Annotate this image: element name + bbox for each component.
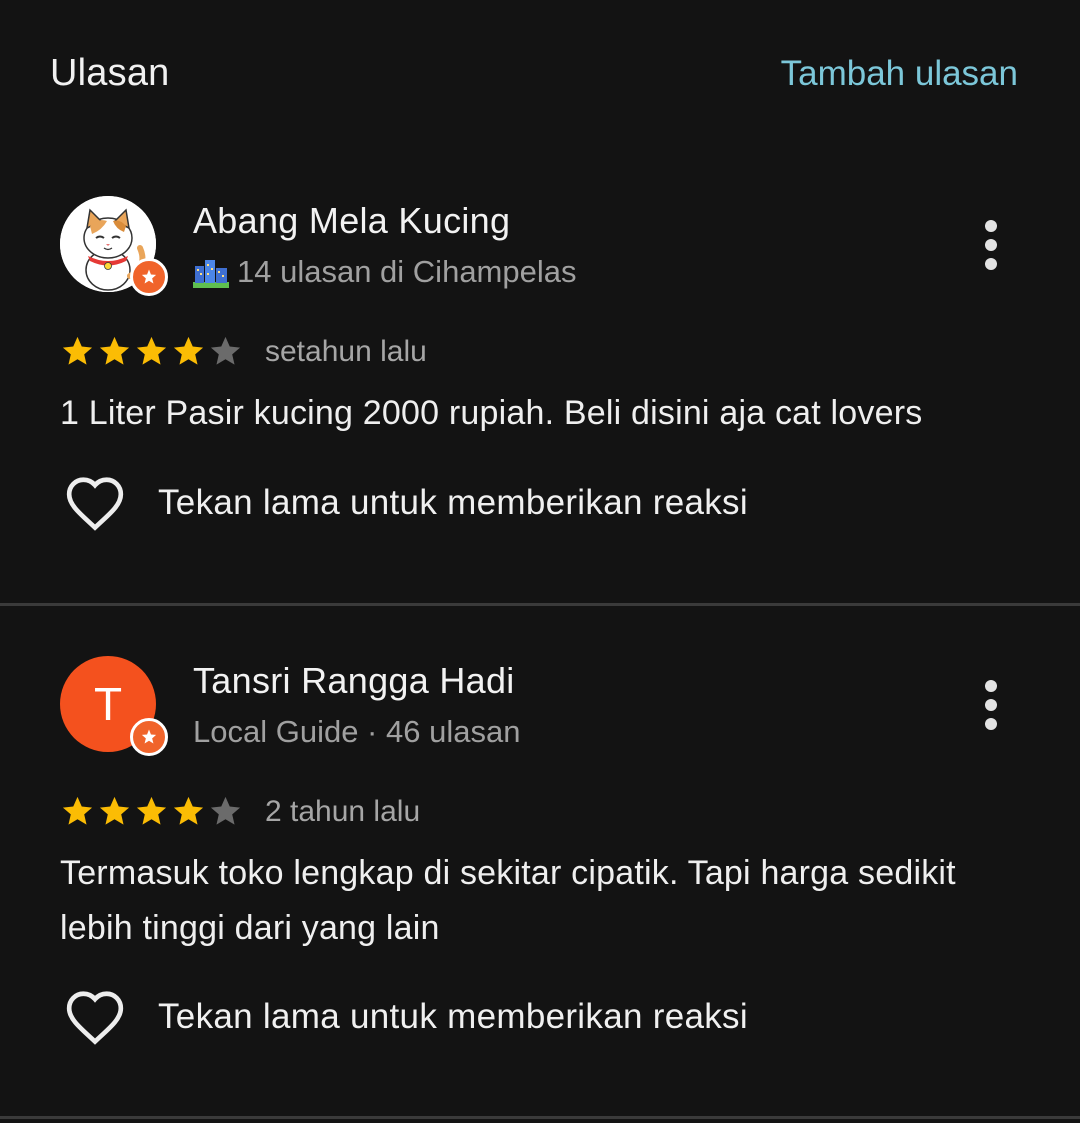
review-text: 1 Liter Pasir kucing 2000 rupiah. Beli d… [60,394,923,432]
review-card: Abang Mela Kucing 14 ulasan di Cihampela… [0,190,1080,604]
reviewer-meta-text: 14 ulasan di Cihampelas [237,254,577,289]
heart-icon [66,477,124,531]
react-button[interactable]: Tekan lama untuk memberikan reaksi [64,474,748,532]
star-filled-icon [136,796,167,825]
star-filled-icon [62,336,93,365]
star-filled-icon [173,796,204,825]
star-rating [60,794,243,829]
more-dot-icon [985,220,997,232]
add-review-button[interactable]: Tambah ulasan [781,54,1018,94]
local-guide-badge-icon [130,718,168,756]
star-filled-icon [173,336,204,365]
more-options-button[interactable] [978,680,1004,730]
star-filled-icon [99,336,130,365]
local-guide-badge-icon [130,258,168,296]
more-dot-icon [985,258,997,270]
page-title: Ulasan [50,52,170,94]
star-filled-icon [62,796,93,825]
reaction-label: Tekan lama untuk memberikan reaksi [158,483,748,522]
star-rating [60,334,243,369]
rating-row: 2 tahun lalu [60,794,420,829]
avatar[interactable]: T [60,656,168,756]
more-options-button[interactable] [978,220,1004,270]
reaction-label: Tekan lama untuk memberikan reaksi [158,997,748,1036]
reviewer-meta: Local Guide · 46 ulasan [193,714,520,750]
star-filled-icon [99,796,130,825]
rating-row: setahun lalu [60,334,427,369]
reviewer-name[interactable]: Abang Mela Kucing [193,200,510,242]
more-dot-icon [985,239,997,251]
reviewer-name[interactable]: Tansri Rangga Hadi [193,660,515,702]
reviewer-meta: 14 ulasan di Cihampelas [193,254,577,290]
more-dot-icon [985,718,997,730]
reviews-header: Ulasan Tambah ulasan [0,0,1080,150]
review-text: Termasuk toko lengkap di sekitar cipatik… [60,854,956,947]
star-empty-icon [210,796,241,825]
divider [0,1116,1080,1119]
more-dot-icon [985,680,997,692]
avatar[interactable] [60,196,168,296]
star-filled-icon [136,336,167,365]
heart-icon [66,991,124,1045]
review-date: setahun lalu [265,334,427,368]
review-date: 2 tahun lalu [265,794,421,828]
more-dot-icon [985,699,997,711]
reviewer-meta-text: Local Guide · 46 ulasan [193,714,521,749]
review-card: T Tansri Rangga Hadi Local Guide · 46 ul… [0,650,1080,1116]
divider [0,603,1080,606]
city-icon [193,260,229,288]
star-empty-icon [210,336,241,365]
react-button[interactable]: Tekan lama untuk memberikan reaksi [64,988,748,1046]
